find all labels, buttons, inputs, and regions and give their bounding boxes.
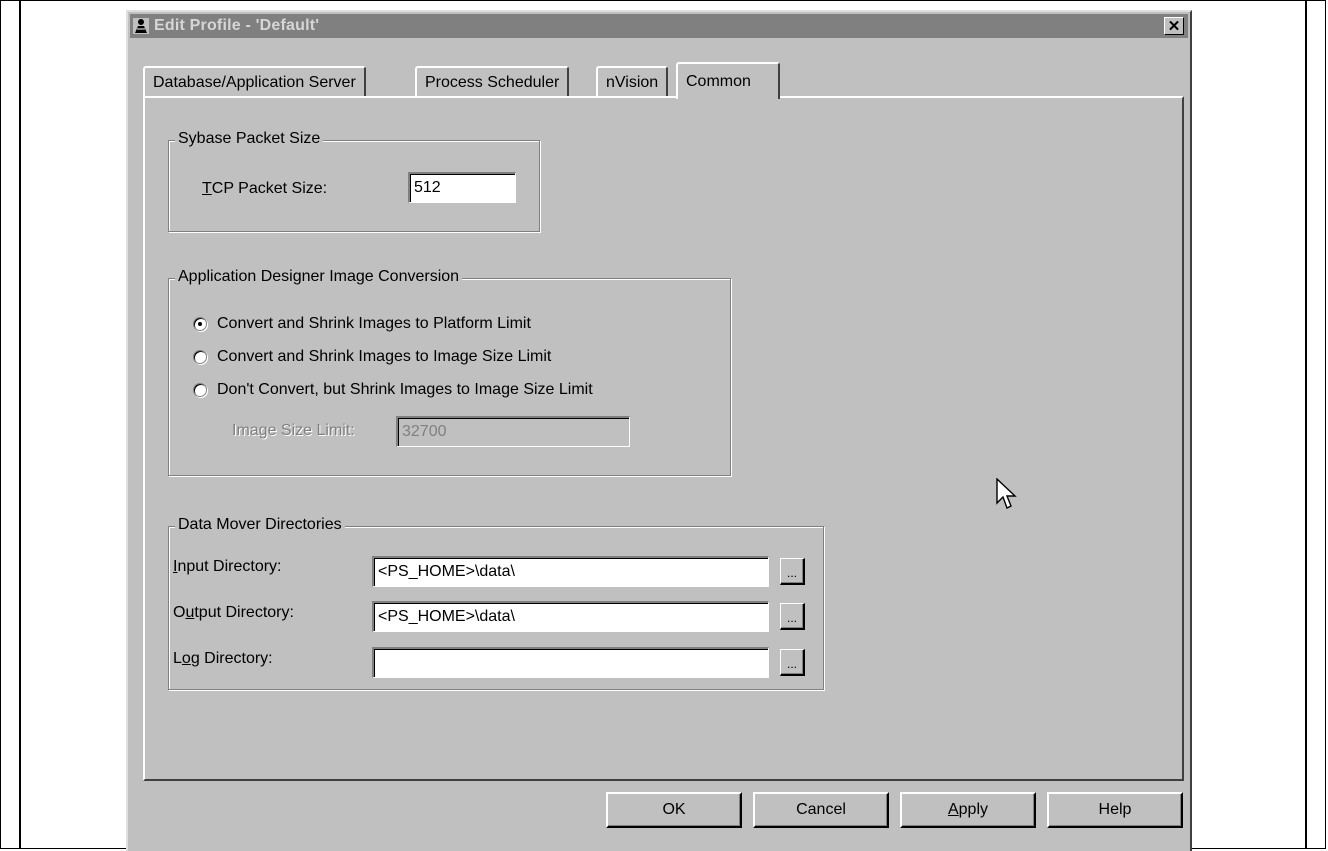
- tab-process-scheduler[interactable]: Process Scheduler: [415, 66, 570, 97]
- ok-button[interactable]: OK: [606, 792, 742, 828]
- help-button[interactable]: Help: [1047, 792, 1183, 828]
- apply-button[interactable]: Apply: [900, 792, 1036, 828]
- tab-label: nVision: [606, 73, 659, 91]
- app-icon: [132, 17, 150, 35]
- button-label: pply: [958, 801, 989, 818]
- tab-panel-common: [143, 96, 1184, 781]
- mnemonic: A: [947, 801, 959, 818]
- tab-common[interactable]: Common: [676, 62, 780, 99]
- cancel-button[interactable]: Cancel: [753, 792, 889, 828]
- close-icon[interactable]: ✕: [1164, 17, 1184, 35]
- title-bar[interactable]: Edit Profile - 'Default' ✕: [130, 14, 1188, 38]
- tab-nvision[interactable]: nVision: [596, 66, 669, 97]
- tab-label: Common: [686, 72, 751, 90]
- tab-database-application-server[interactable]: Database/Application Server: [143, 66, 366, 97]
- tab-label: Database/Application Server: [153, 73, 356, 91]
- tab-label: Process Scheduler: [425, 73, 560, 91]
- window-title: Edit Profile - 'Default': [154, 17, 320, 34]
